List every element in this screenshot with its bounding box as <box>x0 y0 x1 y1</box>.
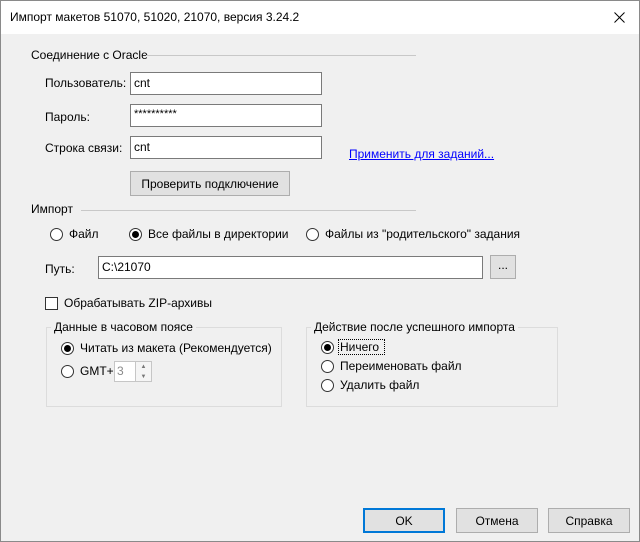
oracle-section-divider <box>146 55 416 56</box>
cancel-button[interactable]: Отмена <box>456 508 538 533</box>
mode-dir-label: Все файлы в директории <box>148 227 289 241</box>
after-delete-label: Удалить файл <box>340 378 420 392</box>
after-import-group-title: Действие после успешного импорта <box>311 320 518 334</box>
after-nothing-radio[interactable] <box>321 341 334 354</box>
after-delete-radio[interactable] <box>321 379 334 392</box>
window-title: Импорт макетов 51070, 51020, 21070, верс… <box>10 10 300 24</box>
import-section-title: Импорт <box>31 202 73 216</box>
path-label: Путь: <box>45 262 75 276</box>
import-dialog: Импорт макетов 51070, 51020, 21070, верс… <box>0 0 640 542</box>
mode-file-radio[interactable] <box>50 228 63 241</box>
tz-gmt-label: GMT+ <box>80 364 114 378</box>
gmt-offset-input[interactable]: 3 <box>114 361 136 382</box>
test-connection-button[interactable]: Проверить подключение <box>130 171 290 196</box>
close-icon <box>613 12 625 23</box>
dialog-body: Соединение с Oracle Пользователь: cnt Па… <box>1 34 639 541</box>
zip-label: Обрабатывать ZIP-архивы <box>64 296 212 310</box>
import-section-divider <box>81 210 416 211</box>
password-label: Пароль: <box>45 110 90 124</box>
tz-from-layout-radio[interactable] <box>61 342 74 355</box>
oracle-section-title: Соединение с Oracle <box>31 48 148 62</box>
apply-to-tasks-link[interactable]: Применить для заданий... <box>349 147 494 161</box>
close-button[interactable] <box>599 1 639 34</box>
mode-file-label: Файл <box>69 227 99 241</box>
tz-from-layout-label: Читать из макета (Рекомендуется) <box>80 341 272 355</box>
tz-gmt-radio[interactable] <box>61 365 74 378</box>
browse-button[interactable]: ... <box>490 255 516 279</box>
chevron-up-icon[interactable]: ▲ <box>136 362 151 371</box>
user-label: Пользователь: <box>45 76 127 90</box>
chevron-down-icon[interactable]: ▼ <box>136 372 151 381</box>
after-rename-radio[interactable] <box>321 360 334 373</box>
connstr-input[interactable]: cnt <box>130 136 322 159</box>
title-bar: Импорт макетов 51070, 51020, 21070, верс… <box>1 1 639 34</box>
path-input[interactable]: C:\21070 <box>98 256 483 279</box>
mode-dir-radio[interactable] <box>129 228 142 241</box>
after-rename-label: Переименовать файл <box>340 359 462 373</box>
timezone-group-title: Данные в часовом поясе <box>51 320 196 334</box>
password-input[interactable]: ********** <box>130 104 322 127</box>
connstr-label: Строка связи: <box>45 141 123 155</box>
user-input[interactable]: cnt <box>130 72 322 95</box>
focus-indicator <box>338 339 385 355</box>
ok-button[interactable]: OK <box>363 508 445 533</box>
mode-parent-label: Файлы из "родительского" задания <box>325 227 521 241</box>
gmt-spinner[interactable]: ▲ ▼ <box>135 361 152 382</box>
mode-parent-radio[interactable] <box>306 228 319 241</box>
help-button[interactable]: Справка <box>548 508 630 533</box>
zip-checkbox[interactable] <box>45 297 58 310</box>
